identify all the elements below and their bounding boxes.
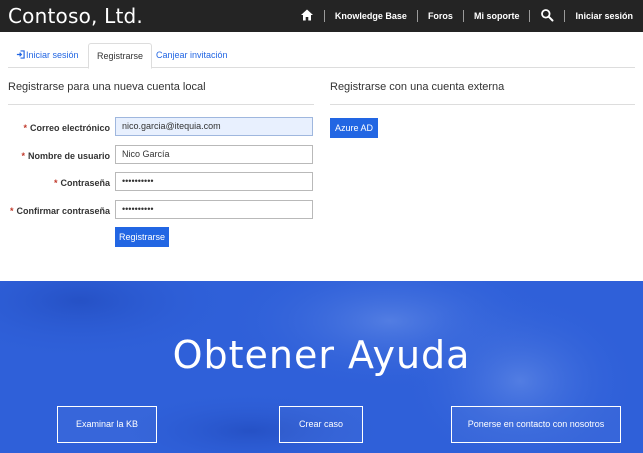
main-nav: Knowledge Base Foros Mi soporte Iniciar …: [290, 0, 643, 32]
nav-my-support[interactable]: Mi soporte: [464, 10, 530, 22]
nav-forums[interactable]: Foros: [418, 10, 463, 22]
nav-knowledge-base[interactable]: Knowledge Base: [325, 10, 417, 22]
create-case-button[interactable]: Crear caso: [279, 406, 363, 443]
confirm-password-field[interactable]: ••••••••••: [115, 200, 313, 219]
email-label: * Correo electrónico: [23, 123, 110, 133]
browse-kb-button[interactable]: Examinar la KB: [57, 406, 157, 443]
search-icon: [541, 8, 554, 21]
required-mark: *: [21, 151, 25, 161]
required-mark: *: [23, 123, 27, 133]
required-mark: *: [9, 206, 14, 216]
get-help-banner: Obtener Ayuda Examinar la KB Crear caso …: [0, 281, 643, 453]
contact-us-button[interactable]: Ponerse en contacto con nosotros: [451, 406, 621, 443]
sign-in-icon: [16, 50, 25, 59]
brand-logo[interactable]: Contoso, Ltd.: [8, 4, 143, 28]
tab-register[interactable]: Registrarse: [88, 43, 153, 69]
username-label: * Nombre de usuario: [21, 151, 110, 161]
password-field[interactable]: ••••••••••: [115, 172, 313, 191]
password-label: * Contraseña: [53, 178, 110, 188]
get-help-title: Obtener Ayuda: [172, 333, 471, 377]
local-account-title: Registrarse para una nueva cuenta local: [8, 81, 206, 93]
home-icon: [300, 9, 313, 20]
username-field[interactable]: Nico García: [115, 145, 313, 164]
nav-sign-in[interactable]: Iniciar sesión: [565, 10, 643, 22]
home-link[interactable]: [290, 8, 324, 25]
top-navbar: Contoso, Ltd. Knowledge Base Foros Mi so…: [0, 0, 643, 32]
required-mark: *: [53, 178, 58, 188]
external-account-divider: [330, 104, 635, 105]
confirm-password-label: * Confirmar contraseña: [9, 206, 110, 216]
register-button[interactable]: Registrarse: [115, 227, 169, 247]
tab-sign-in-label: Iniciar sesión: [26, 50, 79, 60]
tab-sign-in[interactable]: Iniciar sesión: [8, 43, 87, 68]
local-account-divider: [8, 104, 314, 105]
azure-ad-button[interactable]: Azure AD: [330, 118, 378, 138]
account-tabs: Iniciar sesión Registrarse Canjear invit…: [8, 43, 635, 69]
tab-redeem-invitation[interactable]: Canjear invitación: [148, 43, 236, 68]
external-account-title: Registrarse con una cuenta externa: [330, 81, 505, 93]
search-button[interactable]: [530, 8, 564, 25]
email-field[interactable]: nico.garcia@itequia.com: [115, 117, 313, 136]
